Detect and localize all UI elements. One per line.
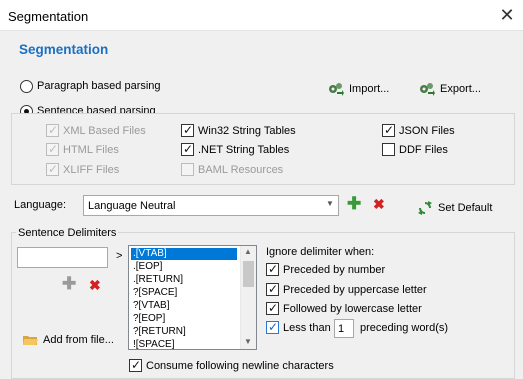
list-item[interactable]: .[VTAB] bbox=[131, 248, 237, 260]
paragraph-parsing-option[interactable]: Paragraph based parsing bbox=[20, 79, 200, 94]
chevron-down-icon: ▼ bbox=[326, 199, 334, 208]
scroll-up-icon[interactable]: ▲ bbox=[244, 247, 252, 256]
baml-option: BAML Resources bbox=[181, 163, 321, 178]
ddf-option[interactable]: DDF Files bbox=[382, 143, 482, 158]
list-item[interactable]: ![SPACE] bbox=[131, 339, 237, 349]
consume-newline-label: Consume following newline characters bbox=[146, 360, 334, 372]
html-files-checkbox: ✓ bbox=[46, 142, 59, 156]
json-checkbox[interactable]: ✓ bbox=[382, 123, 395, 137]
paragraph-parsing-label: Paragraph based parsing bbox=[37, 80, 161, 92]
followed-lowercase-option[interactable]: ✓ Followed by lowercase letter bbox=[266, 301, 466, 317]
export-label: Export... bbox=[440, 83, 481, 95]
checkmark-icon: ✓ bbox=[182, 142, 194, 156]
checkmark-icon: ✓ bbox=[267, 301, 279, 315]
baml-label: BAML Resources bbox=[198, 164, 284, 176]
checkmark-icon: ✓ bbox=[182, 123, 194, 137]
win32-label: Win32 String Tables bbox=[198, 125, 296, 137]
delimiters-group-label: Sentence Delimiters bbox=[16, 227, 119, 239]
baml-checkbox bbox=[181, 163, 194, 176]
list-item[interactable]: .[RETURN] bbox=[131, 274, 237, 286]
html-files-option: ✓ HTML Files bbox=[46, 142, 176, 158]
list-item[interactable]: ?[EOP] bbox=[131, 313, 237, 325]
add-language-icon[interactable]: ✚ bbox=[347, 194, 361, 214]
language-label: Language: bbox=[14, 199, 66, 211]
set-default-label: Set Default bbox=[438, 202, 493, 214]
followed-lowercase-label: Followed by lowercase letter bbox=[283, 303, 422, 315]
delimiter-list[interactable]: .[VTAB] .[EOP] .[RETURN] ?[SPACE] ?[VTAB… bbox=[128, 245, 257, 350]
win32-option[interactable]: ✓ Win32 String Tables bbox=[181, 123, 321, 139]
preceded-uppercase-option[interactable]: ✓ Preceded by uppercase letter bbox=[266, 282, 466, 298]
set-default-button[interactable]: Set Default bbox=[417, 200, 492, 216]
checkmark-icon: ✓ bbox=[130, 358, 142, 372]
preceding-words-label: preceding word(s) bbox=[360, 322, 449, 334]
checkmark-icon: ✓ bbox=[47, 123, 59, 137]
import-label: Import... bbox=[349, 83, 390, 95]
close-icon[interactable]: ✕ bbox=[496, 4, 518, 26]
language-value: Language Neutral bbox=[88, 200, 176, 212]
less-than-checkbox[interactable]: ✓ bbox=[266, 320, 279, 334]
checkmark-icon: ✓ bbox=[267, 320, 279, 334]
export-button[interactable]: Export... bbox=[419, 82, 481, 96]
list-scrollbar[interactable]: ▲ ▼ bbox=[240, 246, 256, 349]
preceded-number-option[interactable]: ✓ Preceded by number bbox=[266, 262, 466, 278]
remove-language-icon[interactable]: ✖ bbox=[373, 196, 385, 213]
remove-delimiter-icon[interactable]: ✖ bbox=[89, 277, 101, 294]
consume-newline-option[interactable]: ✓ Consume following newline characters bbox=[129, 358, 379, 374]
checkmark-icon: ✓ bbox=[47, 142, 59, 156]
page-title: Segmentation bbox=[19, 42, 109, 57]
add-from-file-label: Add from file... bbox=[43, 334, 114, 346]
consume-newline-checkbox[interactable]: ✓ bbox=[129, 358, 142, 372]
ddf-checkbox[interactable] bbox=[382, 143, 395, 156]
dotnet-checkbox[interactable]: ✓ bbox=[181, 142, 194, 156]
arrow-label: > bbox=[116, 250, 123, 262]
list-item[interactable]: ?[RETURN] bbox=[131, 326, 237, 338]
paragraph-radio[interactable] bbox=[20, 80, 33, 93]
checkmark-icon: ✓ bbox=[47, 162, 59, 176]
less-than-option[interactable]: ✓ Less than bbox=[266, 320, 336, 336]
dotnet-label: .NET String Tables bbox=[198, 144, 290, 156]
html-files-label: HTML Files bbox=[63, 144, 119, 156]
xliff-files-label: XLIFF Files bbox=[63, 164, 120, 176]
list-item[interactable]: ?[VTAB] bbox=[131, 300, 237, 312]
add-from-file-button[interactable]: Add from file... bbox=[23, 334, 114, 346]
language-select[interactable]: Language Neutral ▼ bbox=[83, 195, 339, 216]
title-bar: Segmentation ✕ bbox=[0, 0, 523, 31]
json-label: JSON Files bbox=[399, 125, 455, 137]
list-item[interactable]: .[EOP] bbox=[131, 261, 237, 273]
preceded-number-checkbox[interactable]: ✓ bbox=[266, 262, 279, 276]
preceded-number-label: Preceded by number bbox=[283, 264, 386, 276]
followed-lowercase-checkbox[interactable]: ✓ bbox=[266, 301, 279, 315]
delimiter-input[interactable] bbox=[17, 247, 108, 268]
json-option[interactable]: ✓ JSON Files bbox=[382, 123, 482, 139]
preceded-uppercase-label: Preceded by uppercase letter bbox=[283, 284, 427, 296]
scroll-down-icon[interactable]: ▼ bbox=[244, 337, 252, 346]
checkmark-icon: ✓ bbox=[267, 282, 279, 296]
import-icon bbox=[329, 83, 344, 96]
preceded-uppercase-checkbox[interactable]: ✓ bbox=[266, 282, 279, 296]
word-count-input[interactable] bbox=[334, 319, 354, 338]
ignore-title: Ignore delimiter when: bbox=[266, 246, 375, 258]
xliff-files-option: ✓ XLIFF Files bbox=[46, 162, 176, 178]
window-title: Segmentation bbox=[8, 9, 89, 24]
xml-files-checkbox: ✓ bbox=[46, 123, 59, 137]
ddf-label: DDF Files bbox=[399, 144, 448, 156]
export-icon bbox=[420, 83, 435, 96]
xliff-files-checkbox: ✓ bbox=[46, 162, 59, 176]
checkmark-icon: ✓ bbox=[267, 262, 279, 276]
scroll-thumb[interactable] bbox=[243, 261, 254, 287]
list-item[interactable]: ?[SPACE] bbox=[131, 287, 237, 299]
xml-files-option: ✓ XML Based Files bbox=[46, 123, 176, 139]
xml-files-label: XML Based Files bbox=[63, 125, 146, 137]
win32-checkbox[interactable]: ✓ bbox=[181, 123, 194, 137]
folder-icon bbox=[23, 336, 38, 345]
checkmark-icon: ✓ bbox=[383, 123, 395, 137]
add-delimiter-icon: ✚ bbox=[62, 274, 77, 293]
less-than-label: Less than bbox=[283, 322, 331, 334]
dotnet-option[interactable]: ✓ .NET String Tables bbox=[181, 142, 321, 158]
dialog-header: Segmentation bbox=[0, 32, 523, 62]
import-button[interactable]: Import... bbox=[328, 82, 389, 96]
refresh-icon bbox=[418, 201, 432, 215]
